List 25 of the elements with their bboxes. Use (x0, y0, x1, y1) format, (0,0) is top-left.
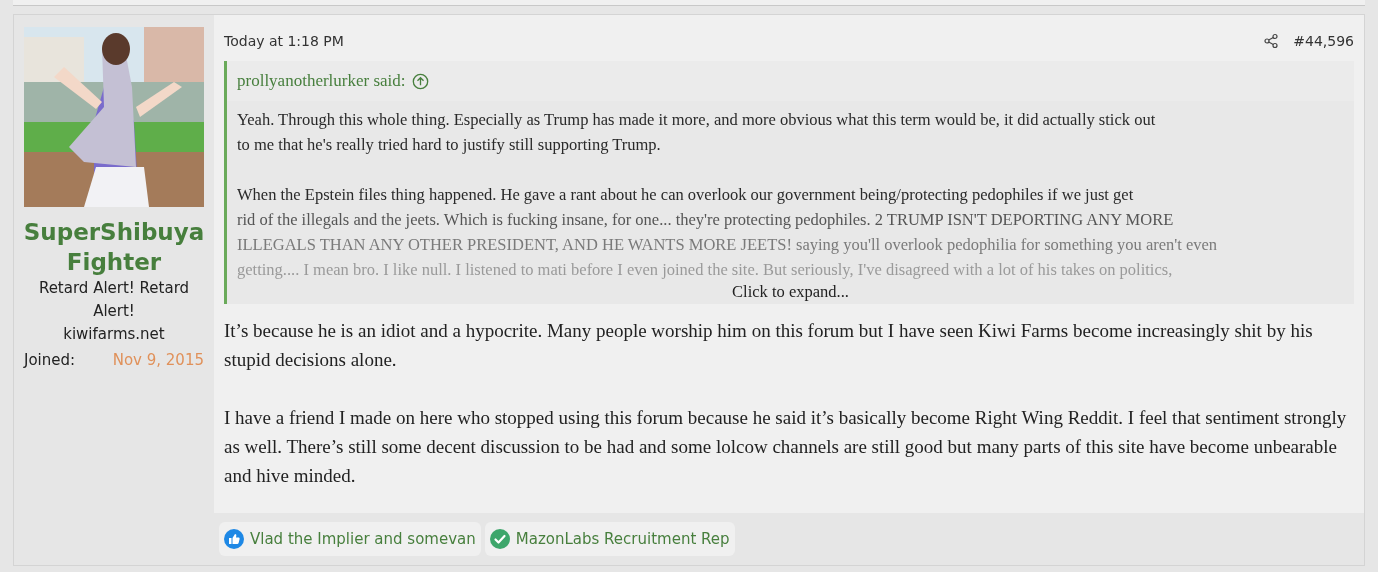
expand-link[interactable]: Click to expand... (732, 282, 849, 302)
check-icon (489, 529, 510, 549)
quote-line: to me that he's really tried hard to justify still supporting Trump. (237, 134, 662, 156)
joined-label: Joined: (24, 350, 76, 371)
arrow-up-icon[interactable] (411, 72, 429, 90)
post-paragraph: I have a friend I made on here who stopped using this forum because he said it’s basically become Right Wing Reddit. I feel that sentiment strongly as well. There’s still some decent discussion to be had and some lolcow channels are still good but many parts of this site have become unbearable and hive minded. (224, 406, 1348, 488)
share-icon[interactable] (1263, 33, 1280, 49)
quote-line: getting.... I mean bro. I like null. I listened to mati before I even joined the site. But seriously, I've disagreed with a lot of his takes on politics, (237, 259, 1174, 281)
post-paragraph: It’s because he is an idiot and a hypocrite. Many people worship him on this forum but I have seen Kiwi Farms become increasingly shit by his stupid decisions alone. (224, 319, 1314, 372)
post-number[interactable]: #44,596 (1293, 30, 1354, 52)
quote-line: When the Epstein files thing happened. He gave a rant about he can overlook our government being/protecting pedophiles if we just get (237, 184, 1135, 206)
quote-line: rid of the illegals and the jeets. Which is fucking insane, for one... they're protecting pedophiles. 2 TRUMP ISN'T DEPORTING ANY MORE (237, 209, 1175, 231)
quote-author[interactable]: prollyanotherlurker said: (237, 68, 406, 94)
quote-line: Yeah. Through this whole thing. Especially as Trump has made it more, and more obvious what this term would be, it did actually stick out (237, 109, 1157, 131)
thumbs-up-icon (224, 529, 244, 549)
reaction-chip[interactable]: MazonLabs Recruitment Rep (484, 522, 735, 556)
reaction-text: Vlad the Implier and somevan (250, 528, 476, 550)
username[interactable]: SuperShibuyaFighter (22, 217, 206, 277)
joined-date: Nov 9, 2015 (112, 350, 204, 371)
user-title: Retard Alert! Retard Alert! (37, 278, 191, 322)
post-time[interactable]: Today at 1:18 PM (224, 30, 344, 52)
reaction-chip[interactable]: Vlad the Implier and somevan (219, 522, 481, 556)
quote-line: ILLEGALS THAN ANY OTHER PRESIDENT, AND HE WANTS MORE JEETS! saying you'll overlook pedophilia for something you aren't even (237, 234, 1219, 256)
reaction-text: MazonLabs Recruitment Rep (515, 528, 730, 550)
site-label: kiwifarms.net (63, 324, 165, 345)
